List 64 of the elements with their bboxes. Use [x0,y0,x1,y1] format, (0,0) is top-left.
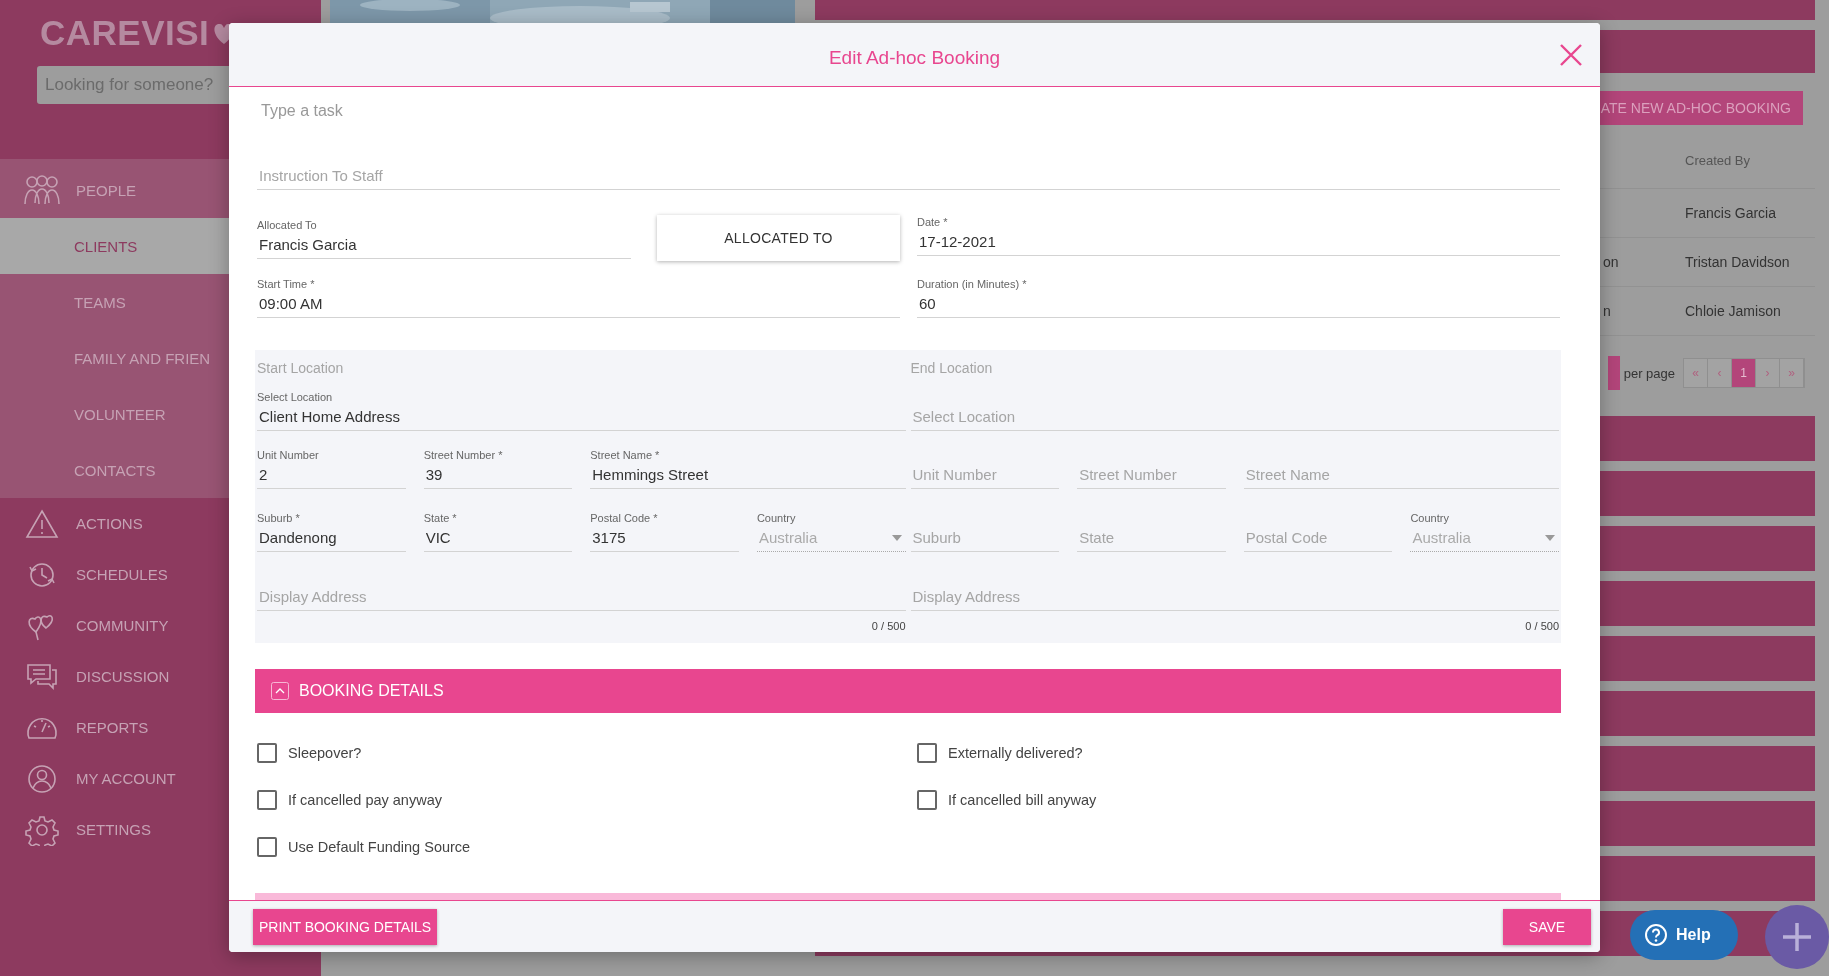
text-field[interactable]: 3175 [590,525,739,552]
checkbox-label: If cancelled pay anyway [288,791,442,808]
checkbox-label: Externally delivered? [948,744,1083,761]
field-label: Street Number * [423,448,504,462]
checkbox-label: Use Default Funding Source [288,838,471,855]
help-button[interactable]: Help [1630,910,1738,960]
section-header[interactable]: BOOKING DETAILS [255,669,1561,713]
field-label: Suburb * [257,511,301,525]
table-cell-text: Chloie Jamison [1685,303,1782,319]
field-label: Street Name * [590,448,661,462]
section-title: BOOKING DETAILS [299,682,444,700]
text-field[interactable]: Suburb [910,525,1060,552]
character-counter: 0 / 500 [1525,620,1559,632]
field-label: Country [756,511,797,525]
text-field[interactable]: 09:00 AM [257,291,900,318]
page-button[interactable]: › [1756,359,1780,387]
modal-title: Edit Ad-hoc Booking [828,46,1001,69]
table-cell-text: n [1603,303,1612,319]
allocate-button[interactable]: ALLOCATED TO [657,215,900,261]
page-button[interactable]: « [1684,359,1708,387]
text-field[interactable]: Francis Garcia [257,232,631,259]
text-field[interactable]: Display Address [910,584,1559,611]
print-button[interactable]: PRINT BOOKING DETAILS [253,908,438,945]
text-field[interactable]: Select Location [910,404,1559,431]
text-field[interactable]: Dandenong [257,525,406,552]
section-heading: Start Location [257,360,345,377]
text-field[interactable]: VIC [423,525,573,552]
field-label: Unit Number [257,448,320,462]
checkbox-label: If cancelled bill anyway [948,791,1097,808]
section-heading: End Location [910,360,994,377]
page-button[interactable]: 1 [1732,359,1756,387]
text-field[interactable]: Client Home Address [257,404,906,431]
logo-text: CAREVISI [40,13,210,53]
text-field[interactable]: 17-12-2021 [917,229,1560,256]
text-field[interactable]: 2 [257,462,406,489]
per-page-label: per page [1623,365,1675,381]
table-cell-text: Tristan Davidson [1685,254,1791,270]
text-field[interactable]: Hemmings Street [590,462,906,489]
text-field[interactable]: Display Address [257,584,906,611]
text-field[interactable]: 39 [423,462,573,489]
text-field[interactable]: 60 [917,291,1560,318]
page-button[interactable]: ‹ [1708,359,1732,387]
field-label: Start Time * [257,277,316,291]
field-label: State * [423,511,458,525]
field-label: Country [1410,511,1450,525]
field-label: Duration (in Minutes) * [917,277,1028,291]
checkbox-label: Sleepover? [288,744,362,761]
text-field[interactable]: Postal Code [1243,525,1393,552]
text-field[interactable]: Street Number [1077,462,1226,489]
text-field[interactable]: Unit Number [910,462,1060,489]
field-label: Select Location [257,390,334,404]
text-field[interactable]: Instruction To Staff [257,163,1560,190]
task-input[interactable]: Type a task [261,102,561,120]
text-field[interactable]: State [1077,525,1226,552]
character-counter: 0 / 500 [871,620,906,632]
save-button[interactable]: SAVE [1503,908,1591,945]
text-field[interactable]: Street Name [1243,462,1559,489]
column-header: Created By [1685,153,1752,168]
table-cell-text: on [1603,254,1620,270]
field-label: Allocated To [257,218,318,232]
table-cell-text: Francis Garcia [1685,205,1778,221]
page-button[interactable]: » [1780,359,1804,387]
field-label: Postal Code * [590,511,659,525]
field-label: Date * [917,215,949,229]
